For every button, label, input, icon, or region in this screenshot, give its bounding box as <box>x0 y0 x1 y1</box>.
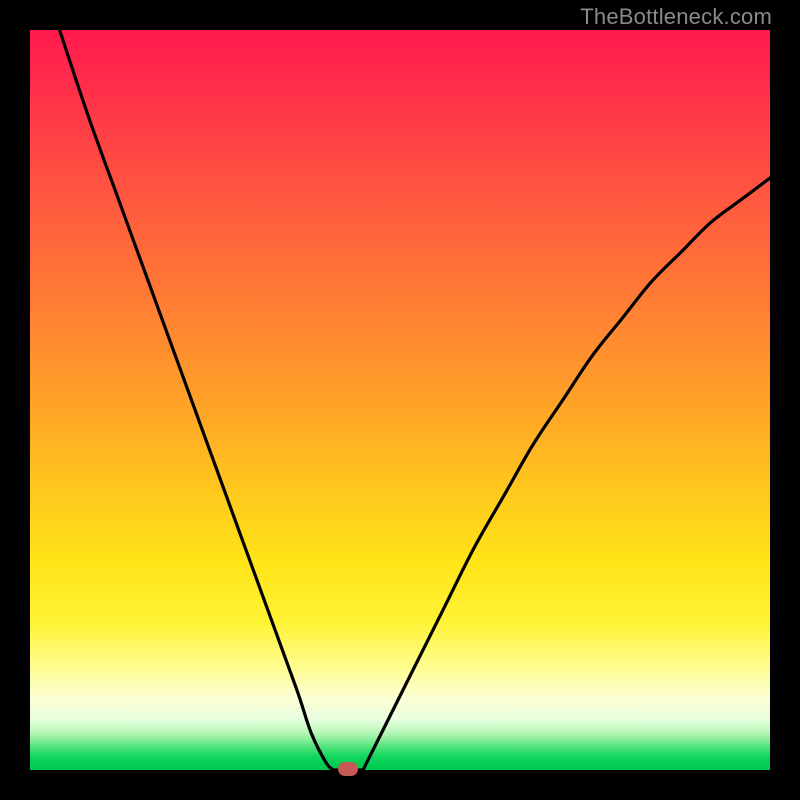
plot-area <box>30 30 770 770</box>
optimal-point-marker <box>338 762 358 776</box>
bottleneck-curve <box>30 30 770 770</box>
chart-frame: TheBottleneck.com <box>0 0 800 800</box>
watermark-text: TheBottleneck.com <box>580 4 772 30</box>
